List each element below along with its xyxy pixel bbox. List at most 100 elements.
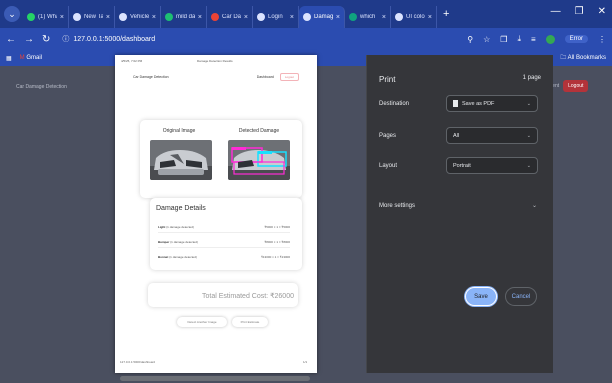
preview-date: 4/5/25, 7:02 PM <box>121 59 143 63</box>
new-tab-icon[interactable]: + <box>443 8 449 20</box>
site-info-icon[interactable]: ⓘ <box>62 34 69 44</box>
bookmark-gmail[interactable]: M Gmail <box>20 55 42 61</box>
tab-title: New Ta <box>84 14 103 20</box>
file-icon <box>453 100 458 107</box>
app-nav-right: ment Logout <box>548 80 589 92</box>
more-menu-icon[interactable]: ⋮ <box>598 35 606 44</box>
back-icon[interactable]: ← <box>6 34 16 45</box>
damage-row-bumper: Bumper (1 damage detected) ₹8000 × 1 = ₹… <box>158 240 290 244</box>
address-text: 127.0.0.1:5000/dashboard <box>73 35 156 43</box>
tab-search-icon[interactable]: ⌄ <box>4 6 20 22</box>
pages-select[interactable]: All ⌄ <box>446 127 538 144</box>
tab-title: Vehicle <box>130 14 149 20</box>
minimize-icon[interactable]: — <box>551 6 561 17</box>
browser-tab[interactable]: Login × <box>253 6 299 28</box>
preview-logout-button: Logout <box>279 72 299 81</box>
tab-favicon-icon <box>119 13 127 21</box>
toolbar-actions: ⚲ ☆ ❒ ⤓ ≡ Error ⋮ <box>467 34 606 44</box>
tab-favicon-icon <box>211 13 219 21</box>
close-tab-icon[interactable]: × <box>290 14 294 21</box>
extensions-icon[interactable]: ❒ <box>500 35 507 44</box>
tab-list: (1) Wha×New Ta×Vehicle×mild da×Car Da×Lo… <box>23 0 437 28</box>
browser-tab[interactable]: (1) Wha× <box>23 6 69 28</box>
page-count: 1 page <box>522 75 541 81</box>
app-logout-button[interactable]: Logout <box>563 80 589 92</box>
reload-icon[interactable]: ↻ <box>42 34 50 45</box>
window-controls: — ❐ ✕ <box>551 6 606 17</box>
error-badge[interactable]: Error <box>564 35 588 43</box>
preview-navbar: Car Damage Detection Dashboard Logout <box>133 69 299 84</box>
preview-scrollbar[interactable] <box>120 376 310 381</box>
bookmark-star-icon[interactable]: ☆ <box>483 35 490 44</box>
all-bookmarks[interactable]: 🗀 All Bookmarks <box>560 53 606 63</box>
zoom-icon[interactable]: ⚲ <box>467 35 473 44</box>
forward-icon[interactable]: → <box>24 34 34 45</box>
divider <box>158 232 290 233</box>
address-bar[interactable]: ⓘ 127.0.0.1:5000/dashboard <box>62 34 459 44</box>
cancel-button[interactable]: Cancel <box>505 287 537 306</box>
close-tab-icon[interactable]: × <box>336 14 340 21</box>
reading-list-icon[interactable]: ≡ <box>531 35 536 44</box>
browser-tab[interactable]: Vehicle × <box>115 6 161 28</box>
preview-dashboard-link: Dashboard <box>256 74 274 79</box>
pages-value: All <box>453 132 460 139</box>
print-dialog: Print 1 page Destination Save as PDF ⌄ P… <box>366 55 553 373</box>
close-tab-icon[interactable]: × <box>60 14 64 21</box>
close-window-icon[interactable]: ✕ <box>598 6 606 17</box>
divider <box>158 247 290 248</box>
tab-title: Damag <box>314 14 333 20</box>
destination-select[interactable]: Save as PDF ⌄ <box>446 95 538 112</box>
damage-row-light: Light (1 damage detected) ₹5000 × 1 = ₹5… <box>158 225 290 229</box>
damage-note: (1 damage detected) <box>166 225 194 229</box>
close-tab-icon[interactable]: × <box>152 14 156 21</box>
tab-favicon-icon <box>349 13 357 21</box>
folder-icon: 🗀 <box>560 55 567 61</box>
print-title: Print <box>379 75 396 84</box>
preview-footer-url: 127.0.0.1:5000/dashboard <box>120 360 156 364</box>
browser-tab[interactable]: Damag × <box>299 6 345 28</box>
browser-tab[interactable]: New Ta × <box>69 6 115 28</box>
preview-doc-title: Damage Detection Results <box>197 59 233 63</box>
download-icon[interactable]: ⤓ <box>517 34 521 44</box>
app-brand: Car Damage Detection <box>16 84 67 90</box>
browser-tab[interactable]: UI colo × <box>391 6 437 28</box>
tab-title: (1) Wha <box>38 14 57 20</box>
damage-amount: ₹8000 × 1 = ₹8000 <box>264 240 290 244</box>
close-tab-icon[interactable]: × <box>382 14 386 21</box>
preview-detect-another-button: Detect Another Image <box>177 317 227 327</box>
tab-title: UI colo <box>406 14 425 20</box>
damage-note: (1 damage detected) <box>170 240 198 244</box>
damage-part: Light <box>158 225 166 229</box>
damage-part: Bumper <box>158 240 170 244</box>
browser-tab[interactable]: mild da × <box>161 6 207 28</box>
preview-print-estimate-button: Print Estimate <box>232 317 268 327</box>
chevron-down-icon: ⌄ <box>526 162 531 169</box>
profile-avatar[interactable] <box>545 34 555 44</box>
damage-amount: ₹5000 × 1 = ₹5000 <box>264 225 290 229</box>
apps-icon[interactable]: ▦ <box>6 55 12 62</box>
close-tab-icon[interactable]: × <box>198 14 202 21</box>
layout-select[interactable]: Portrait ⌄ <box>446 157 538 174</box>
close-tab-icon[interactable]: × <box>106 14 110 21</box>
gmail-icon: M <box>19 55 25 61</box>
tab-title: Login <box>268 14 283 20</box>
browser-tab[interactable]: Car Da × <box>207 6 253 28</box>
browser-tab[interactable]: which × <box>345 6 391 28</box>
pages-label: Pages <box>379 133 397 139</box>
maximize-icon[interactable]: ❐ <box>575 6 584 17</box>
tab-favicon-icon <box>27 13 35 21</box>
damage-part: Bonnet <box>158 255 169 259</box>
detected-car-image <box>228 140 290 180</box>
tab-favicon-icon <box>303 13 311 21</box>
chevron-down-icon[interactable]: ⌄ <box>532 202 537 209</box>
chevron-down-icon: ⌄ <box>526 132 531 139</box>
original-car-image <box>150 140 212 180</box>
close-tab-icon[interactable]: × <box>428 14 432 21</box>
save-button[interactable]: Save <box>465 287 497 306</box>
close-tab-icon[interactable]: × <box>244 14 248 21</box>
tab-title: which <box>360 14 376 20</box>
destination-value: Save as PDF <box>462 100 495 107</box>
original-image-label: Original Image <box>162 128 196 134</box>
preview-brand: Car Damage Detection <box>133 74 169 79</box>
more-settings-toggle[interactable]: More settings <box>379 203 415 209</box>
